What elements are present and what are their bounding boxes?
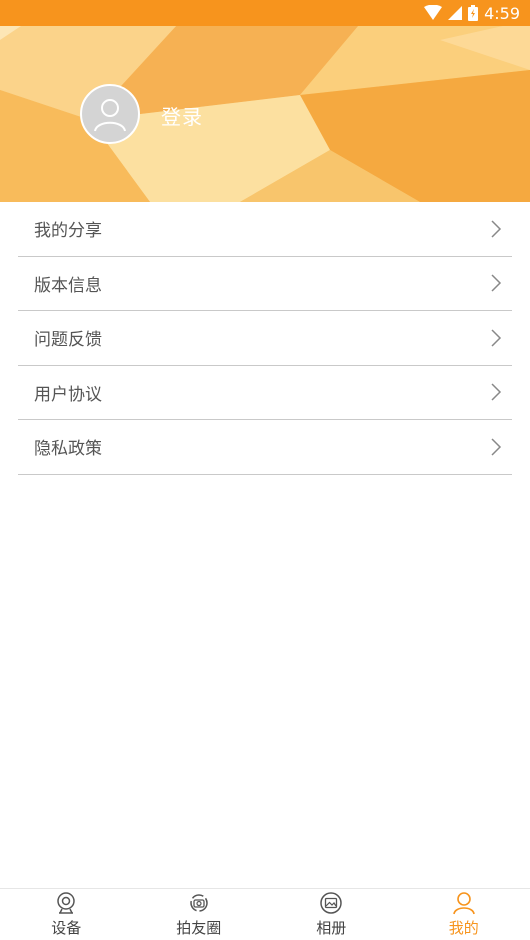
settings-menu: 我的分享 版本信息 问题反馈 用户协议 隐私政策 [18,202,512,475]
login-link[interactable]: 登录 [161,101,203,130]
chevron-right-icon [491,329,502,347]
tab-friends-circle[interactable]: 拍友圈 [133,889,266,940]
chevron-right-icon [491,383,502,401]
tab-album[interactable]: 相册 [265,889,398,940]
wifi-icon [424,5,443,20]
battery-charging-icon [468,5,479,21]
user-silhouette-icon [94,99,126,132]
menu-item-user-agreement[interactable]: 用户协议 [18,366,512,420]
clock: 4:59 [484,3,520,23]
menu-item-label: 问题反馈 [34,330,102,351]
camera-icon [57,892,75,914]
bottom-tab-bar: 设备 拍友圈 相册 我的 [0,888,530,940]
chevron-right-icon [491,438,502,456]
menu-item-version-info[interactable]: 版本信息 [18,257,512,311]
menu-item-my-share[interactable]: 我的分享 [18,202,512,257]
chevron-right-icon [491,220,502,238]
tab-label: 拍友圈 [176,919,222,937]
menu-item-label: 用户协议 [34,384,102,405]
signal-icon [448,6,463,20]
menu-item-label: 版本信息 [34,275,102,296]
tab-devices[interactable]: 设备 [0,889,133,940]
avatar[interactable] [80,84,140,144]
profile-header: 登录 [0,0,530,202]
tab-mine[interactable]: 我的 [398,889,530,940]
tab-label: 相册 [316,919,347,937]
tab-label: 我的 [448,919,479,937]
chevron-right-icon [491,274,502,292]
album-icon [320,892,342,914]
menu-item-feedback[interactable]: 问题反馈 [18,311,512,366]
menu-item-label: 我的分享 [34,221,102,242]
tab-label: 设备 [51,919,82,937]
menu-item-label: 隐私政策 [34,439,102,460]
user-icon [452,892,475,915]
status-bar: 4:59 [0,0,530,26]
friends-circle-icon [190,894,208,912]
header-background [0,0,530,202]
menu-item-privacy-policy[interactable]: 隐私政策 [18,420,512,475]
